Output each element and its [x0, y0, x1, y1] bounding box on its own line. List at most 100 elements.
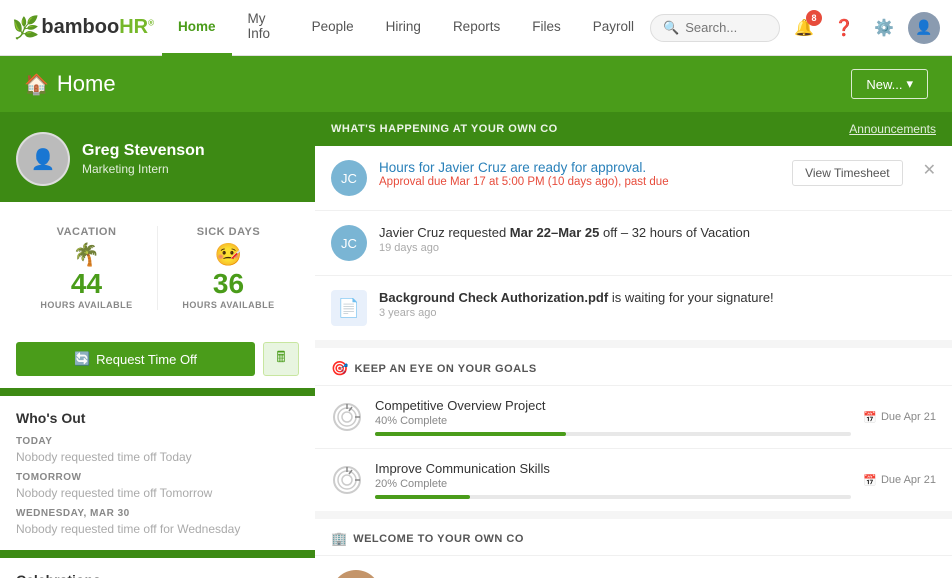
close-feed-button[interactable]: ✕: [915, 160, 936, 180]
nav-item-home[interactable]: Home: [162, 0, 232, 56]
goal-due-0: 📅 Due Apr 21: [863, 411, 936, 424]
sick-icon: 🤒: [166, 242, 291, 268]
nav-item-myinfo[interactable]: My Info: [232, 0, 296, 56]
welcome-section: 🏢 WELCOME TO YOUR OWN CO 👤 Jeremy Steven…: [315, 519, 952, 578]
welcome-header: 🏢 WELCOME TO YOUR OWN CO: [315, 519, 952, 556]
nav-item-reports[interactable]: Reports: [437, 0, 516, 56]
sick-sub: Hours Available: [166, 300, 291, 310]
vacation-icon: 🌴: [24, 242, 149, 268]
nav-links: Home My Info People Hiring Reports Files…: [162, 0, 650, 55]
sick-item: Sick Days 🤒 36 Hours Available: [158, 218, 299, 318]
right-panel: WHAT'S HAPPENING AT YOUR OWN CO Announce…: [315, 112, 952, 578]
profile-avatar: 👤: [16, 132, 70, 186]
announcements-link[interactable]: Announcements: [849, 122, 936, 136]
goal-pct-0: 40% Complete: [375, 415, 851, 427]
profile-info: Greg Stevenson Marketing Intern: [82, 142, 205, 176]
nav-item-files[interactable]: Files: [516, 0, 577, 56]
view-timesheet-button[interactable]: View Timesheet: [792, 160, 903, 186]
chevron-down-icon: ▾: [906, 76, 913, 92]
goals-header: 🎯 KEEP AN EYE ON YOUR GOALS: [315, 348, 952, 385]
nav-item-hiring[interactable]: Hiring: [370, 0, 437, 56]
avatar-initials: 👤: [31, 147, 56, 172]
today-label: TODAY: [16, 436, 299, 447]
help-icon: ❓: [834, 18, 854, 38]
feed-item-timesheet: JC Hours for Javier Cruz are ready for a…: [315, 146, 952, 211]
page-title: 🏠 Home: [24, 71, 116, 97]
welcome-person: 👤 Jeremy Steven Account Executive in Sal…: [315, 556, 952, 578]
user-avatar-icon: 👤: [915, 19, 932, 36]
goals-section: 🎯 KEEP AN EYE ON YOUR GOALS Competitive …: [315, 348, 952, 511]
new-button[interactable]: New... ▾: [851, 69, 928, 99]
feed-text-vacation: Javier Cruz requested Mar 22–Mar 25 off …: [379, 225, 936, 240]
goal-icon-0: [331, 401, 363, 433]
time-off-section: Vacation 🌴 44 Hours Available Sick Days …: [0, 202, 315, 334]
welcome-icon: 🏢: [331, 531, 347, 547]
goal-name-0: Competitive Overview Project: [375, 398, 851, 413]
feed-time-vacation: 19 days ago: [379, 242, 936, 254]
request-btn-row: 🔄 Request Time Off 🖩: [0, 334, 315, 388]
logo: 🌿 bambooHR®: [12, 15, 154, 41]
today-text: Nobody requested time off Today: [16, 450, 299, 464]
celebrations-card: Celebrations JR John Ryan Apr 1 - 7th An…: [0, 558, 315, 578]
feed-text-bgcheck: Background Check Authorization.pdf is wa…: [379, 290, 936, 305]
whos-out-title: Who's Out: [16, 410, 299, 426]
logo-leaf-icon: 🌿: [12, 15, 39, 41]
feed-time-bgcheck: 3 years ago: [379, 307, 936, 319]
notifications-button[interactable]: 🔔 8: [788, 12, 820, 44]
announcements-section: WHAT'S HAPPENING AT YOUR OWN CO Announce…: [315, 112, 952, 146]
calculator-button[interactable]: 🖩: [263, 342, 299, 376]
time-off-grid: Vacation 🌴 44 Hours Available Sick Days …: [16, 218, 299, 318]
goal-name-1: Improve Communication Skills: [375, 461, 851, 476]
feed-avatar-jc1: JC: [331, 160, 367, 196]
top-nav: 🌿 bambooHR® Home My Info People Hiring R…: [0, 0, 952, 56]
feed-subtitle-timesheet: Approval due Mar 17 at 5:00 PM (10 days …: [379, 176, 780, 188]
help-button[interactable]: ❓: [828, 12, 860, 44]
vacation-sub: Hours Available: [24, 300, 149, 310]
profile-title: Marketing Intern: [82, 162, 205, 176]
target-icon: 🎯: [331, 360, 348, 377]
feed-content-bgcheck: Background Check Authorization.pdf is wa…: [379, 290, 936, 326]
vacation-item: Vacation 🌴 44 Hours Available: [16, 218, 157, 318]
welcome-avatar: 👤: [331, 570, 381, 578]
wednesday-label: WEDNESDAY, MAR 30: [16, 508, 299, 519]
request-time-off-button[interactable]: 🔄 Request Time Off: [16, 342, 255, 376]
user-avatar-nav[interactable]: 👤: [908, 12, 940, 44]
goals-header-title: KEEP AN EYE ON YOUR GOALS: [354, 363, 536, 375]
progress-bar-bg-1: [375, 495, 851, 499]
tomorrow-text: Nobody requested time off Tomorrow: [16, 486, 299, 500]
notification-badge: 8: [806, 10, 822, 26]
progress-bar-fill-1: [375, 495, 470, 499]
progress-bar-bg-0: [375, 432, 851, 436]
nav-item-people[interactable]: People: [296, 0, 370, 56]
goal-item-1: Improve Communication Skills 20% Complet…: [315, 448, 952, 511]
feed-item-bgcheck: 📄 Background Check Authorization.pdf is …: [315, 276, 952, 340]
profile-name: Greg Stevenson: [82, 142, 205, 160]
nav-right: 🔍 🔔 8 ❓ ⚙️ 👤: [650, 12, 940, 44]
page-header: 🏠 Home New... ▾: [0, 56, 952, 112]
progress-bar-fill-0: [375, 432, 566, 436]
goal-info-1: Improve Communication Skills 20% Complet…: [375, 461, 851, 499]
search-input[interactable]: [685, 20, 765, 35]
calendar-small-icon-1: 📅: [863, 474, 877, 487]
feed-avatar-jc2: JC: [331, 225, 367, 261]
goal-item-0: Competitive Overview Project 40% Complet…: [315, 385, 952, 448]
left-panel: 👤 Greg Stevenson Marketing Intern Vacati…: [0, 112, 315, 578]
feed-item-vacation: JC Javier Cruz requested Mar 22–Mar 25 o…: [315, 211, 952, 276]
settings-button[interactable]: ⚙️: [868, 12, 900, 44]
whos-out-card: Who's Out TODAY Nobody requested time of…: [0, 396, 315, 550]
feed-avatar-doc: 📄: [331, 290, 367, 326]
vacation-label: Vacation: [24, 226, 149, 238]
tomorrow-label: TOMORROW: [16, 472, 299, 483]
goal-pct-1: 20% Complete: [375, 478, 851, 490]
nav-item-payroll[interactable]: Payroll: [577, 0, 650, 56]
feed-title-timesheet: Hours for Javier Cruz are ready for appr…: [379, 160, 780, 175]
feed-content-vacation: Javier Cruz requested Mar 22–Mar 25 off …: [379, 225, 936, 261]
calculator-icon: 🖩: [276, 347, 285, 372]
sick-label: Sick Days: [166, 226, 291, 238]
search-box[interactable]: 🔍: [650, 14, 780, 42]
celebrations-title: Celebrations: [16, 572, 299, 578]
sick-count: 36: [166, 270, 291, 298]
goal-info-0: Competitive Overview Project 40% Complet…: [375, 398, 851, 436]
logo-text: bambooHR®: [41, 16, 154, 39]
vacation-count: 44: [24, 270, 149, 298]
